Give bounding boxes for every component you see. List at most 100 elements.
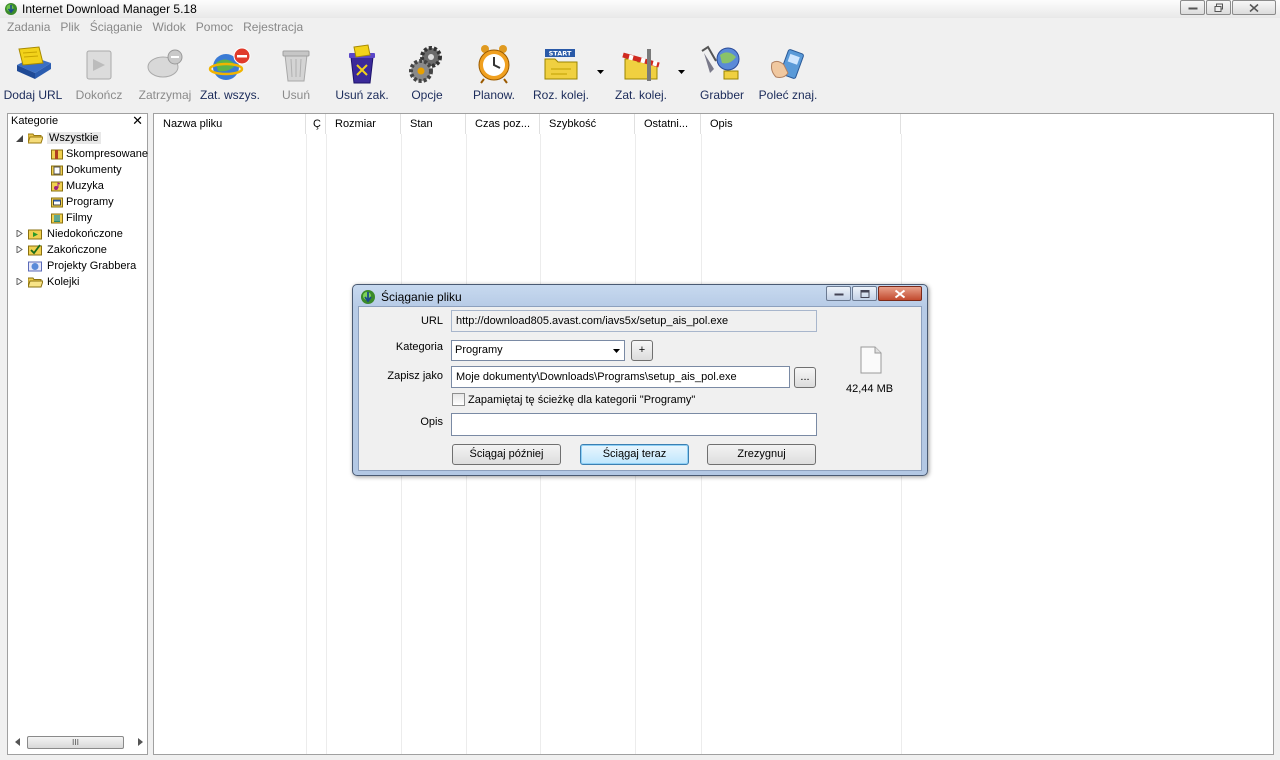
menu-sciaganie[interactable]: Ściąganie xyxy=(85,19,148,37)
category-muzyka[interactable]: Muzyka xyxy=(51,178,104,194)
collapse-wszystkie-icon[interactable] xyxy=(16,135,23,142)
stop-all-label: Zat. wszys. xyxy=(199,88,260,102)
menu-zadania[interactable]: Zadania xyxy=(2,19,55,37)
expand-niedokonczone-icon[interactable] xyxy=(16,230,23,237)
delete-completed-label: Usuń zak. xyxy=(335,88,389,102)
stop-queue-icon xyxy=(622,49,660,81)
category-label: Skompresowane xyxy=(66,148,148,160)
grabber-label: Grabber xyxy=(699,88,745,102)
category-label: Niedokończone xyxy=(47,228,123,240)
minimize-button[interactable] xyxy=(1180,0,1205,15)
start-queue-dropdown-icon[interactable] xyxy=(597,70,604,74)
video-folder-icon xyxy=(51,213,63,224)
category-select[interactable]: Programy xyxy=(451,340,625,361)
category-label: Projekty Grabbera xyxy=(47,260,137,272)
documents-folder-icon xyxy=(51,165,63,176)
close-categories-icon[interactable]: ✕ xyxy=(132,114,143,129)
category-select-value: Programy xyxy=(455,344,503,356)
remember-path-checkbox[interactable]: Zapamiętaj tę ścieżkę dla kategorii "Pro… xyxy=(452,393,695,406)
grabber-button[interactable]: Grabber xyxy=(694,40,750,104)
scroll-right-icon[interactable] xyxy=(137,738,144,746)
expand-zakonczone-icon[interactable] xyxy=(16,246,23,253)
column-divider xyxy=(326,134,327,754)
dialog-minimize-button[interactable] xyxy=(826,286,851,301)
resume-label: Dokończ xyxy=(75,88,123,102)
add-url-icon xyxy=(17,46,51,79)
resume-button[interactable]: Dokończ xyxy=(70,40,128,104)
scheduler-clock-icon xyxy=(478,45,510,84)
column-status[interactable]: Stan xyxy=(401,114,466,134)
column-file-name[interactable]: Nazwa pliku xyxy=(154,114,306,134)
category-zakonczone[interactable]: Zakończone xyxy=(28,242,107,258)
category-niedokonczone[interactable]: Niedokończone xyxy=(28,226,123,242)
save-as-field[interactable]: Moje dokumenty\Downloads\Programs\setup_… xyxy=(451,366,790,388)
category-wszystkie[interactable]: Wszystkie xyxy=(28,130,101,146)
archive-folder-icon xyxy=(51,149,63,160)
start-queue-label: Roz. kolej. xyxy=(532,88,590,102)
dialog-close-button[interactable] xyxy=(878,286,922,301)
category-skompresowane[interactable]: Skompresowane xyxy=(51,146,148,162)
stop-label: Zatrzymaj xyxy=(138,88,192,102)
expand-kolejki-icon[interactable] xyxy=(16,278,23,285)
grabber-projects-icon xyxy=(28,261,42,272)
category-label: Programy xyxy=(66,196,114,208)
add-url-label: Dodaj URL xyxy=(3,88,63,102)
chevron-down-icon xyxy=(613,349,620,353)
scrollbar-thumb[interactable]: III xyxy=(27,736,124,749)
category-programy[interactable]: Programy xyxy=(51,194,114,210)
dialog-title: Ściąganie pliku xyxy=(381,290,462,304)
delete-completed-button[interactable]: Usuń zak. xyxy=(334,40,390,104)
tell-friend-button[interactable]: Poleć znaj. xyxy=(756,40,820,104)
restore-button[interactable] xyxy=(1206,0,1231,15)
unfinished-folder-icon xyxy=(28,229,42,240)
description-label: Opis xyxy=(420,416,443,428)
category-kolejki[interactable]: Kolejki xyxy=(28,274,79,290)
menu-widok[interactable]: Widok xyxy=(147,19,190,37)
tell-friend-label: Poleć znaj. xyxy=(758,88,818,102)
minimize-icon xyxy=(1188,7,1197,9)
browse-button[interactable]: ... xyxy=(794,367,816,388)
maximize-icon xyxy=(860,289,869,298)
column-description[interactable]: Opis xyxy=(701,114,901,134)
restore-icon xyxy=(1214,3,1223,12)
file-size: 42,44 MB xyxy=(846,383,894,395)
stop-all-button[interactable]: Zat. wszys. xyxy=(198,40,262,104)
tell-friend-icon xyxy=(771,49,804,79)
cancel-button[interactable]: Zrezygnuj xyxy=(707,444,816,465)
column-last-try[interactable]: Ostatni... xyxy=(635,114,701,134)
url-field[interactable]: http://download805.avast.com/iavs5x/setu… xyxy=(451,310,817,332)
url-label: URL xyxy=(420,315,443,327)
category-projekty-grabbera[interactable]: Projekty Grabbera xyxy=(28,258,136,274)
scroll-left-icon[interactable] xyxy=(14,738,21,746)
stop-queue-button[interactable]: Zat. kolej. xyxy=(610,40,672,104)
delete-button[interactable]: Usuń xyxy=(272,40,320,104)
stop-button[interactable]: Zatrzymaj xyxy=(136,40,194,104)
dialog-maximize-button[interactable] xyxy=(852,286,877,301)
delete-label: Usuń xyxy=(281,88,310,102)
description-field[interactable] xyxy=(451,413,817,436)
delete-icon xyxy=(282,50,310,82)
checkbox-box[interactable] xyxy=(452,393,465,406)
menu-rejestracja[interactable]: Rejestracja xyxy=(238,19,308,37)
options-button[interactable]: Opcje xyxy=(402,40,452,104)
start-queue-button[interactable]: START Roz. kolej. xyxy=(530,40,592,104)
column-size[interactable]: Rozmiar xyxy=(326,114,401,134)
menu-plik[interactable]: Plik xyxy=(55,19,84,37)
category-label: Kategoria xyxy=(395,341,443,353)
column-speed[interactable]: Szybkość xyxy=(540,114,635,134)
stop-queue-dropdown-icon[interactable] xyxy=(678,70,685,74)
download-now-button[interactable]: Ściągaj teraz xyxy=(580,444,689,465)
category-filmy[interactable]: Filmy xyxy=(51,210,92,226)
add-category-button[interactable]: + xyxy=(631,340,653,361)
column-q[interactable]: Ç xyxy=(306,114,326,134)
download-later-button[interactable]: Ściągaj później xyxy=(452,444,561,465)
category-label: Zakończone xyxy=(47,244,107,256)
column-time-left[interactable]: Czas poz... xyxy=(466,114,540,134)
menu-pomoc[interactable]: Pomoc xyxy=(191,19,238,37)
scheduler-button[interactable]: Planow. xyxy=(466,40,522,104)
close-button[interactable] xyxy=(1232,0,1276,15)
category-dokumenty[interactable]: Dokumenty xyxy=(51,162,122,178)
add-url-button[interactable]: Dodaj URL xyxy=(2,40,64,104)
stop-icon xyxy=(147,49,183,78)
categories-horizontal-scrollbar[interactable]: III xyxy=(10,734,146,750)
